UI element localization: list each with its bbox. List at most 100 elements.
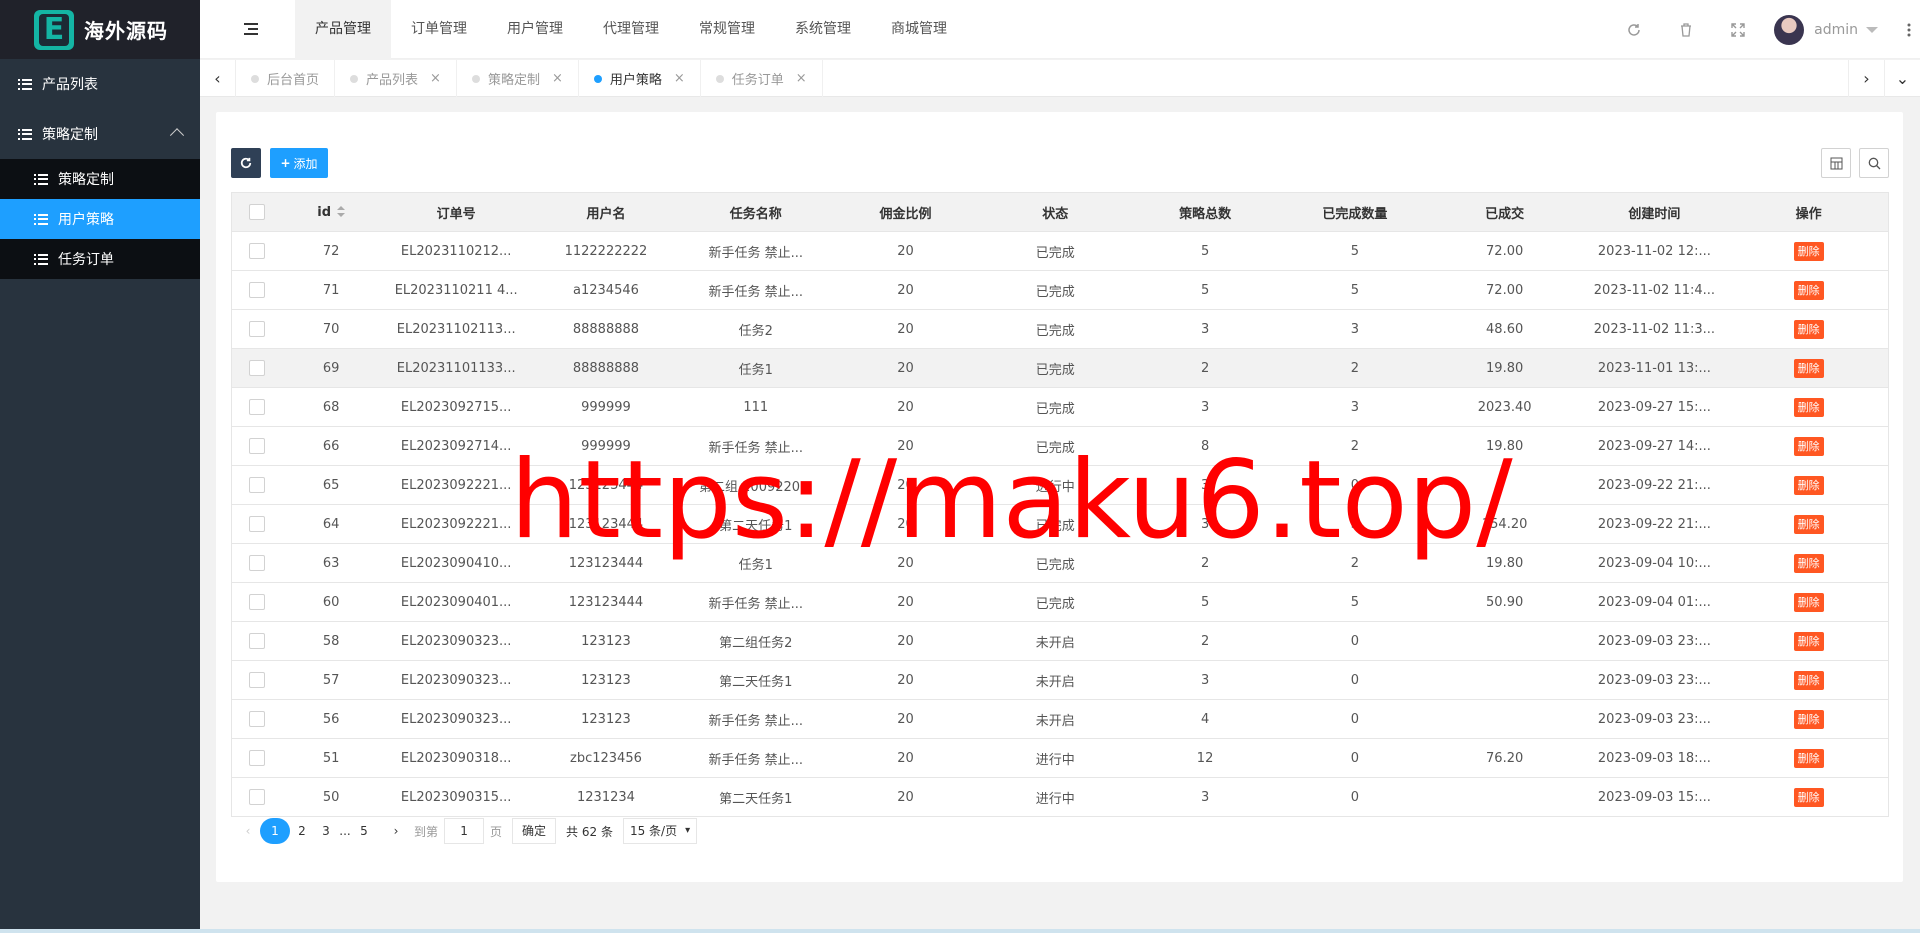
next-page-icon[interactable]: ›	[384, 818, 408, 844]
username[interactable]: admin	[1814, 22, 1858, 38]
row-checkbox[interactable]	[248, 672, 265, 688]
close-icon[interactable]: ×	[674, 71, 685, 86]
search-icon[interactable]	[1859, 148, 1889, 178]
table-row[interactable]: 69 EL20231101133... 88888888 任务1 20 已完成 2 2 19.8…	[231, 348, 1889, 388]
table-row[interactable]: 64 EL2023092221... 123123444 第二天任务1 20 已完成 3 3 1…	[231, 504, 1889, 544]
tab-user-strategy[interactable]: 用户策略 ×	[579, 60, 701, 97]
fullscreen-icon[interactable]	[1712, 0, 1764, 59]
delete-button[interactable]: 删除	[1793, 280, 1824, 300]
sidebar-subitem-strategy-custom[interactable]: 策略定制	[0, 159, 200, 199]
topnav-users[interactable]: 用户管理	[487, 0, 583, 59]
select-all-checkbox[interactable]	[248, 204, 265, 220]
caret-down-icon[interactable]	[1866, 26, 1878, 33]
sidebar-item-strategy[interactable]: 策略定制	[0, 109, 200, 159]
add-button[interactable]: + 添加	[270, 148, 328, 178]
delete-button[interactable]: 删除	[1793, 670, 1824, 690]
more-icon[interactable]	[1898, 0, 1920, 59]
delete-button[interactable]: 删除	[1793, 436, 1824, 456]
goto-confirm-button[interactable]: 确定	[512, 818, 557, 844]
delete-button[interactable]: 删除	[1793, 631, 1824, 651]
page-3[interactable]: 3	[314, 818, 338, 844]
close-icon[interactable]: ×	[796, 71, 807, 86]
table-row[interactable]: 51 EL2023090318... zbc123456 新手任务 禁止... 20 进行…	[231, 738, 1889, 778]
refresh-icon[interactable]	[1608, 0, 1660, 59]
page-1[interactable]: 1	[260, 818, 290, 844]
delete-button[interactable]: 删除	[1793, 241, 1824, 261]
row-checkbox[interactable]	[248, 750, 265, 766]
row-checkbox[interactable]	[248, 243, 265, 259]
page-size-select[interactable]: 15 条/页 ▾	[622, 818, 698, 844]
row-checkbox[interactable]	[248, 789, 265, 805]
topnav-agents[interactable]: 代理管理	[583, 0, 679, 59]
table-row[interactable]: 71 EL2023110211 4... a1234546 新手任务 禁止... 20 已…	[231, 270, 1889, 310]
table-row[interactable]: 63 EL2023090410... 123123444 任务1 20 已完成 2 2 19.8…	[231, 543, 1889, 583]
table-row[interactable]: 66 EL2023092714... 999999 新手任务 禁止... 20 已完成 8 2…	[231, 426, 1889, 466]
row-checkbox[interactable]	[248, 321, 265, 337]
table-row[interactable]: 72 EL2023110212... 1122222222 新手任务 禁止... 20 已…	[231, 231, 1889, 271]
tab-strategy[interactable]: 策略定制 ×	[457, 60, 579, 97]
cell-strategy-total: 5	[1130, 231, 1280, 271]
sort-icon[interactable]	[337, 206, 346, 218]
row-checkbox[interactable]	[248, 516, 265, 532]
table-row[interactable]: 50 EL2023090315... 1231234 第二天任务1 20 进行中 3 0 202…	[231, 777, 1889, 817]
table-row[interactable]: 57 EL2023090323... 123123 第二天任务1 20 未开启 3 0 2023…	[231, 660, 1889, 700]
table-row[interactable]: 60 EL2023090401... 123123444 新手任务 禁止... 20 已完…	[231, 582, 1889, 622]
topnav-orders[interactable]: 订单管理	[391, 0, 487, 59]
topnav-mall[interactable]: 商城管理	[871, 0, 967, 59]
cell-created-at: 2023-11-02 11:4...	[1579, 270, 1730, 310]
row-checkbox[interactable]	[248, 282, 265, 298]
row-checkbox[interactable]	[248, 360, 265, 376]
sidebar-subitem-task-orders[interactable]: 任务订单	[0, 239, 200, 279]
delete-button[interactable]: 删除	[1793, 592, 1824, 612]
table-row[interactable]: 58 EL2023090323... 123123 第二组任务2 20 未开启 2 0 2023…	[231, 621, 1889, 661]
cell-username: 1231234	[531, 777, 681, 817]
goto-page-input[interactable]: 1	[444, 818, 485, 844]
row-checkbox[interactable]	[248, 477, 265, 493]
delete-button[interactable]: 删除	[1793, 709, 1824, 729]
delete-button[interactable]: 删除	[1793, 514, 1824, 534]
tab-product-list[interactable]: 产品列表 ×	[335, 60, 457, 97]
table-row[interactable]: 65 EL2023092221... 123123444 第二组 2009220...…	[231, 465, 1889, 505]
table-row[interactable]: 70 EL20231102113... 88888888 任务2 20 已完成 3 3 48.6…	[231, 309, 1889, 349]
tabs-next-icon[interactable]: ›	[1848, 60, 1884, 97]
delete-button[interactable]: 删除	[1793, 475, 1824, 495]
tabs-menu-icon[interactable]: ⌄	[1884, 60, 1920, 97]
table-row[interactable]: 68 EL2023092715... 999999 111 20 已完成 3 3 2023.40…	[231, 387, 1889, 427]
tabs-prev-icon[interactable]: ‹	[200, 60, 236, 97]
sidebar-subitem-user-strategy[interactable]: 用户策略	[0, 199, 200, 239]
avatar[interactable]	[1774, 14, 1805, 45]
page-2[interactable]: 2	[290, 818, 314, 844]
menu-toggle-icon[interactable]	[244, 23, 258, 35]
row-checkbox[interactable]	[248, 633, 265, 649]
tab-home[interactable]: 后台首页	[236, 60, 336, 97]
close-icon[interactable]: ×	[552, 71, 563, 86]
topnav-system[interactable]: 系统管理	[775, 0, 871, 59]
logo[interactable]: E 海外源码	[0, 0, 200, 59]
tab-task-orders[interactable]: 任务订单 ×	[701, 60, 823, 97]
cell-actions: 删除	[1729, 426, 1889, 466]
header-checkbox-cell	[231, 192, 282, 232]
prev-page-icon[interactable]: ‹	[236, 818, 260, 844]
page-5[interactable]: 5	[352, 818, 376, 844]
row-checkbox[interactable]	[248, 711, 265, 727]
columns-icon[interactable]	[1821, 148, 1851, 178]
cell-status: 未开启	[980, 699, 1131, 739]
delete-button[interactable]: 删除	[1793, 319, 1824, 339]
delete-button[interactable]: 删除	[1793, 397, 1824, 417]
refresh-button[interactable]	[231, 148, 261, 178]
row-checkbox[interactable]	[248, 594, 265, 610]
col-id[interactable]: id	[281, 192, 382, 232]
topnav-product[interactable]: 产品管理	[295, 0, 391, 59]
table-row[interactable]: 56 EL2023090323... 123123 新手任务 禁止... 20 未开启 4 0…	[231, 699, 1889, 739]
trash-icon[interactable]	[1660, 0, 1712, 59]
delete-button[interactable]: 删除	[1793, 748, 1824, 768]
delete-button[interactable]: 删除	[1793, 553, 1824, 573]
topnav-general[interactable]: 常规管理	[679, 0, 775, 59]
sidebar-item-product-list[interactable]: 产品列表	[0, 59, 200, 109]
row-checkbox[interactable]	[248, 399, 265, 415]
delete-button[interactable]: 删除	[1793, 358, 1824, 378]
row-checkbox[interactable]	[248, 438, 265, 454]
close-icon[interactable]: ×	[430, 71, 441, 86]
delete-button[interactable]: 删除	[1793, 787, 1824, 807]
row-checkbox[interactable]	[248, 555, 265, 571]
